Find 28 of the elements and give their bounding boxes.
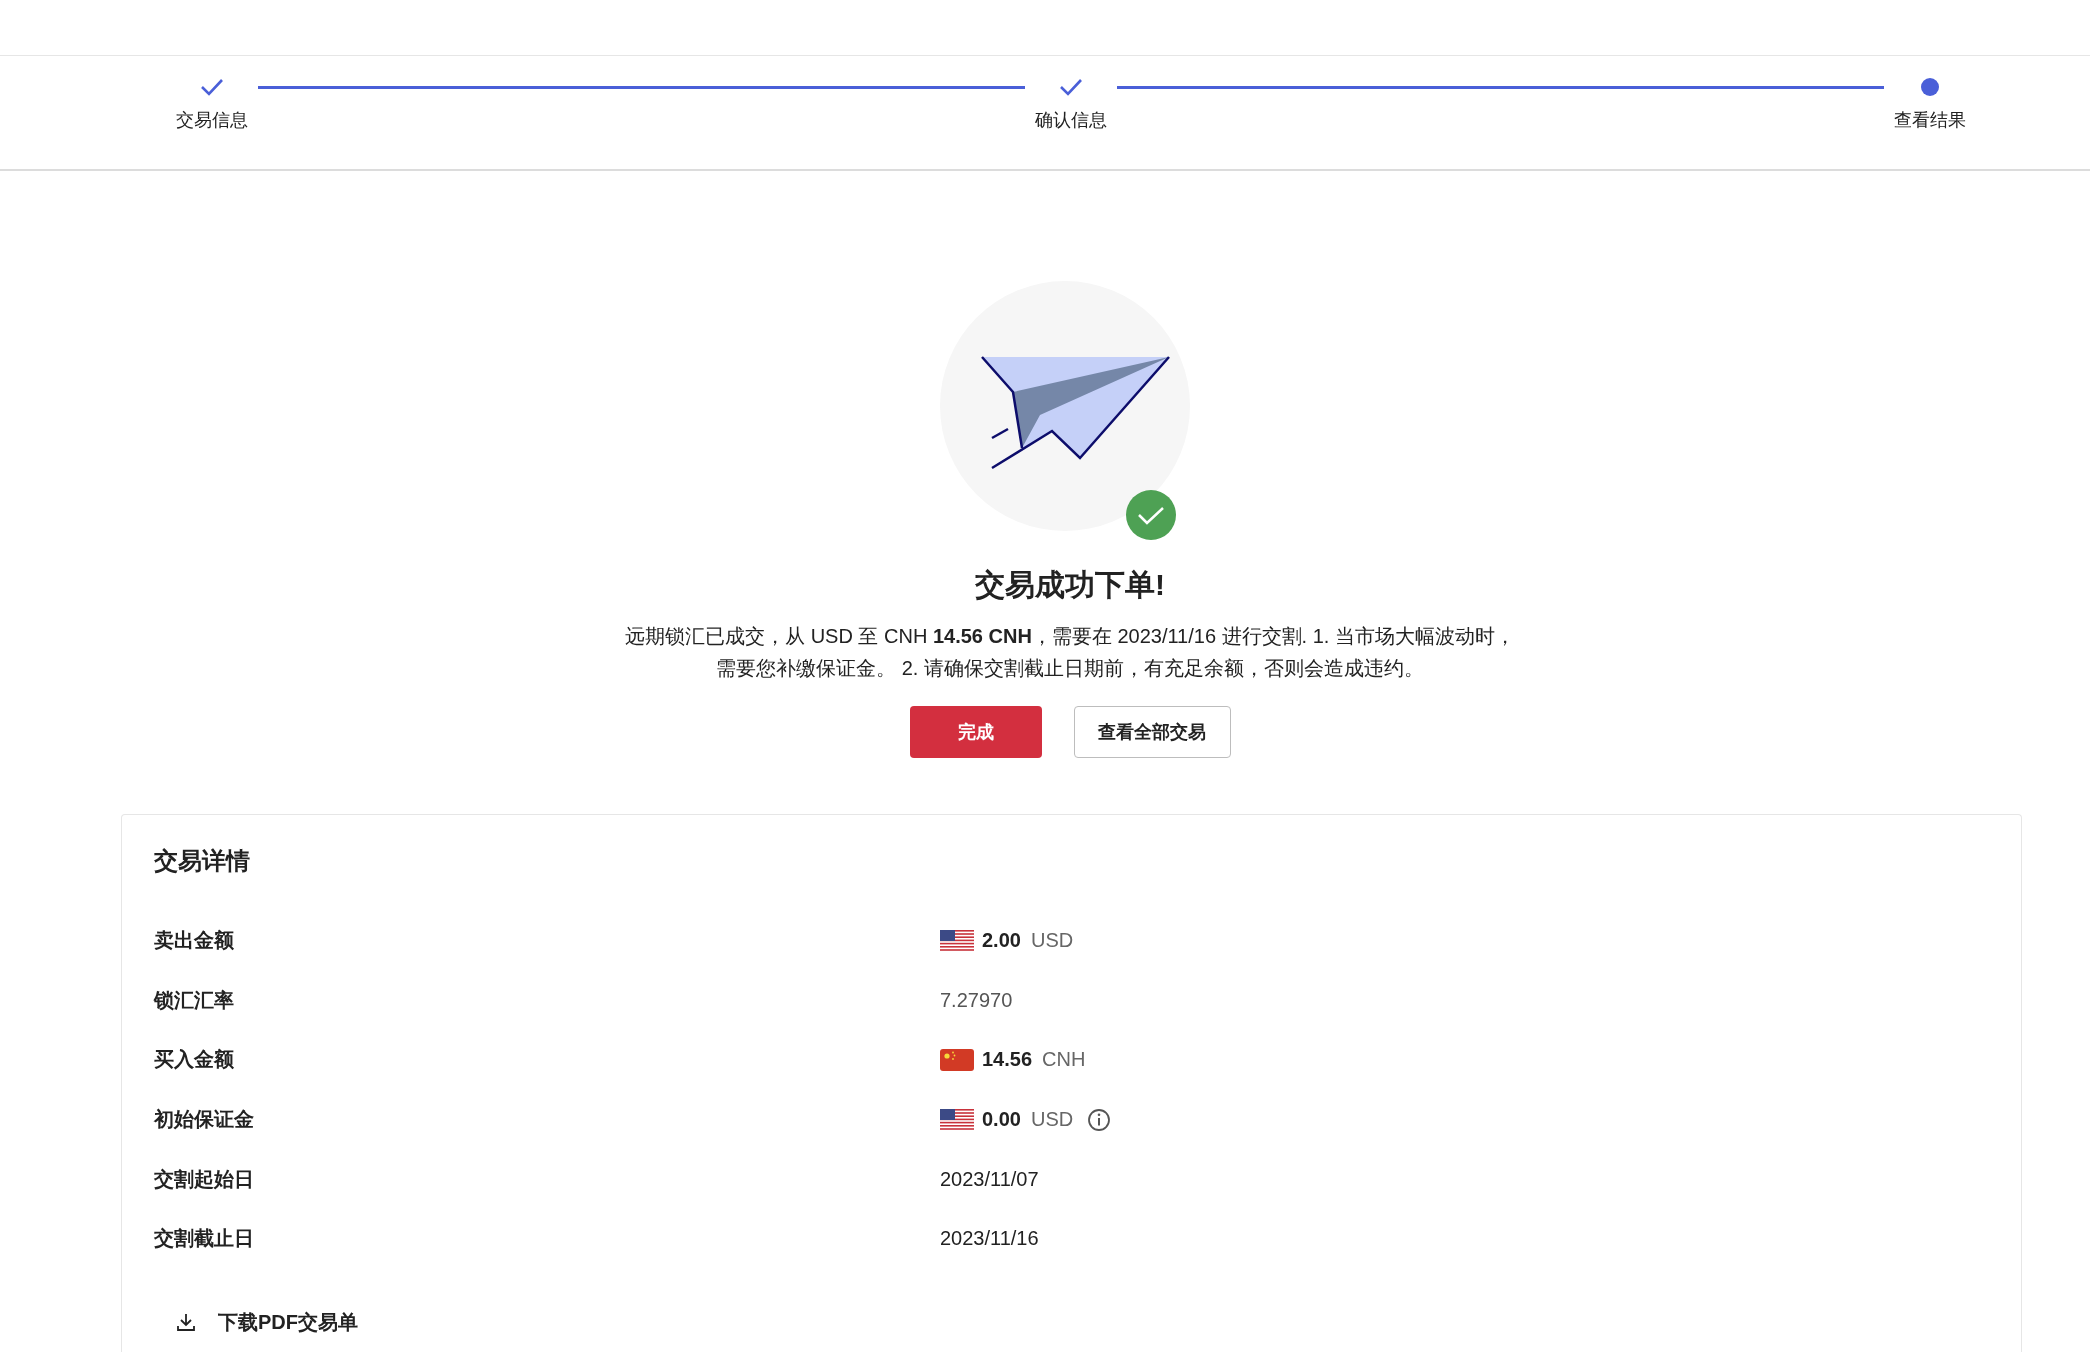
date-value: 2023/11/07 [940,1167,1039,1191]
currency-code: CNH [1042,1048,1086,1072]
done-button[interactable]: 完成 [909,706,1042,758]
field-label: 交割截止日 [154,1226,255,1252]
rate-value: 7.27970 [940,988,1013,1012]
success-message: 远期锁汇已成交，从 USD 至 CNH 14.56 CNH，需要在 2023/11/16 进行交割. 1. 当市场大幅波动时，需要您补缴保证金。 2. 请确保交割截止日期前，有充足余额，否则会造成违约。 [625,624,1515,681]
step-label[interactable]: 查看结果 [1894,108,1966,132]
date-value: 2023/11/16 [940,1227,1039,1251]
step-label[interactable]: 确认信息 [1035,108,1107,132]
field-label: 卖出金额 [154,928,235,954]
download-label[interactable]: 下载PDF交易单 [218,1308,358,1336]
currency-code: USD [1030,1108,1074,1132]
check-badge-icon [1125,489,1177,541]
field-label: 买入金额 [154,1047,235,1073]
currency-code: USD [1030,929,1074,953]
field-label: 交割起始日 [154,1166,255,1192]
download-link[interactable]: 下载PDF交易单 [176,1308,358,1336]
details-title: 交易详情 [154,846,251,876]
field-label: 初始保证金 [154,1107,255,1133]
amount-value: 14.56 [982,1048,1033,1072]
info-icon[interactable] [1087,1107,1112,1132]
amount-value: 2.00 [982,929,1021,953]
amount-value: 0.00 [982,1108,1021,1132]
view-all-button[interactable]: 查看全部交易 [1073,706,1231,758]
field-label: 锁汇汇率 [154,987,235,1013]
step-label[interactable]: 交易信息 [176,108,248,132]
success-title: 交易成功下单! [975,567,1165,603]
download-icon [176,1312,196,1333]
